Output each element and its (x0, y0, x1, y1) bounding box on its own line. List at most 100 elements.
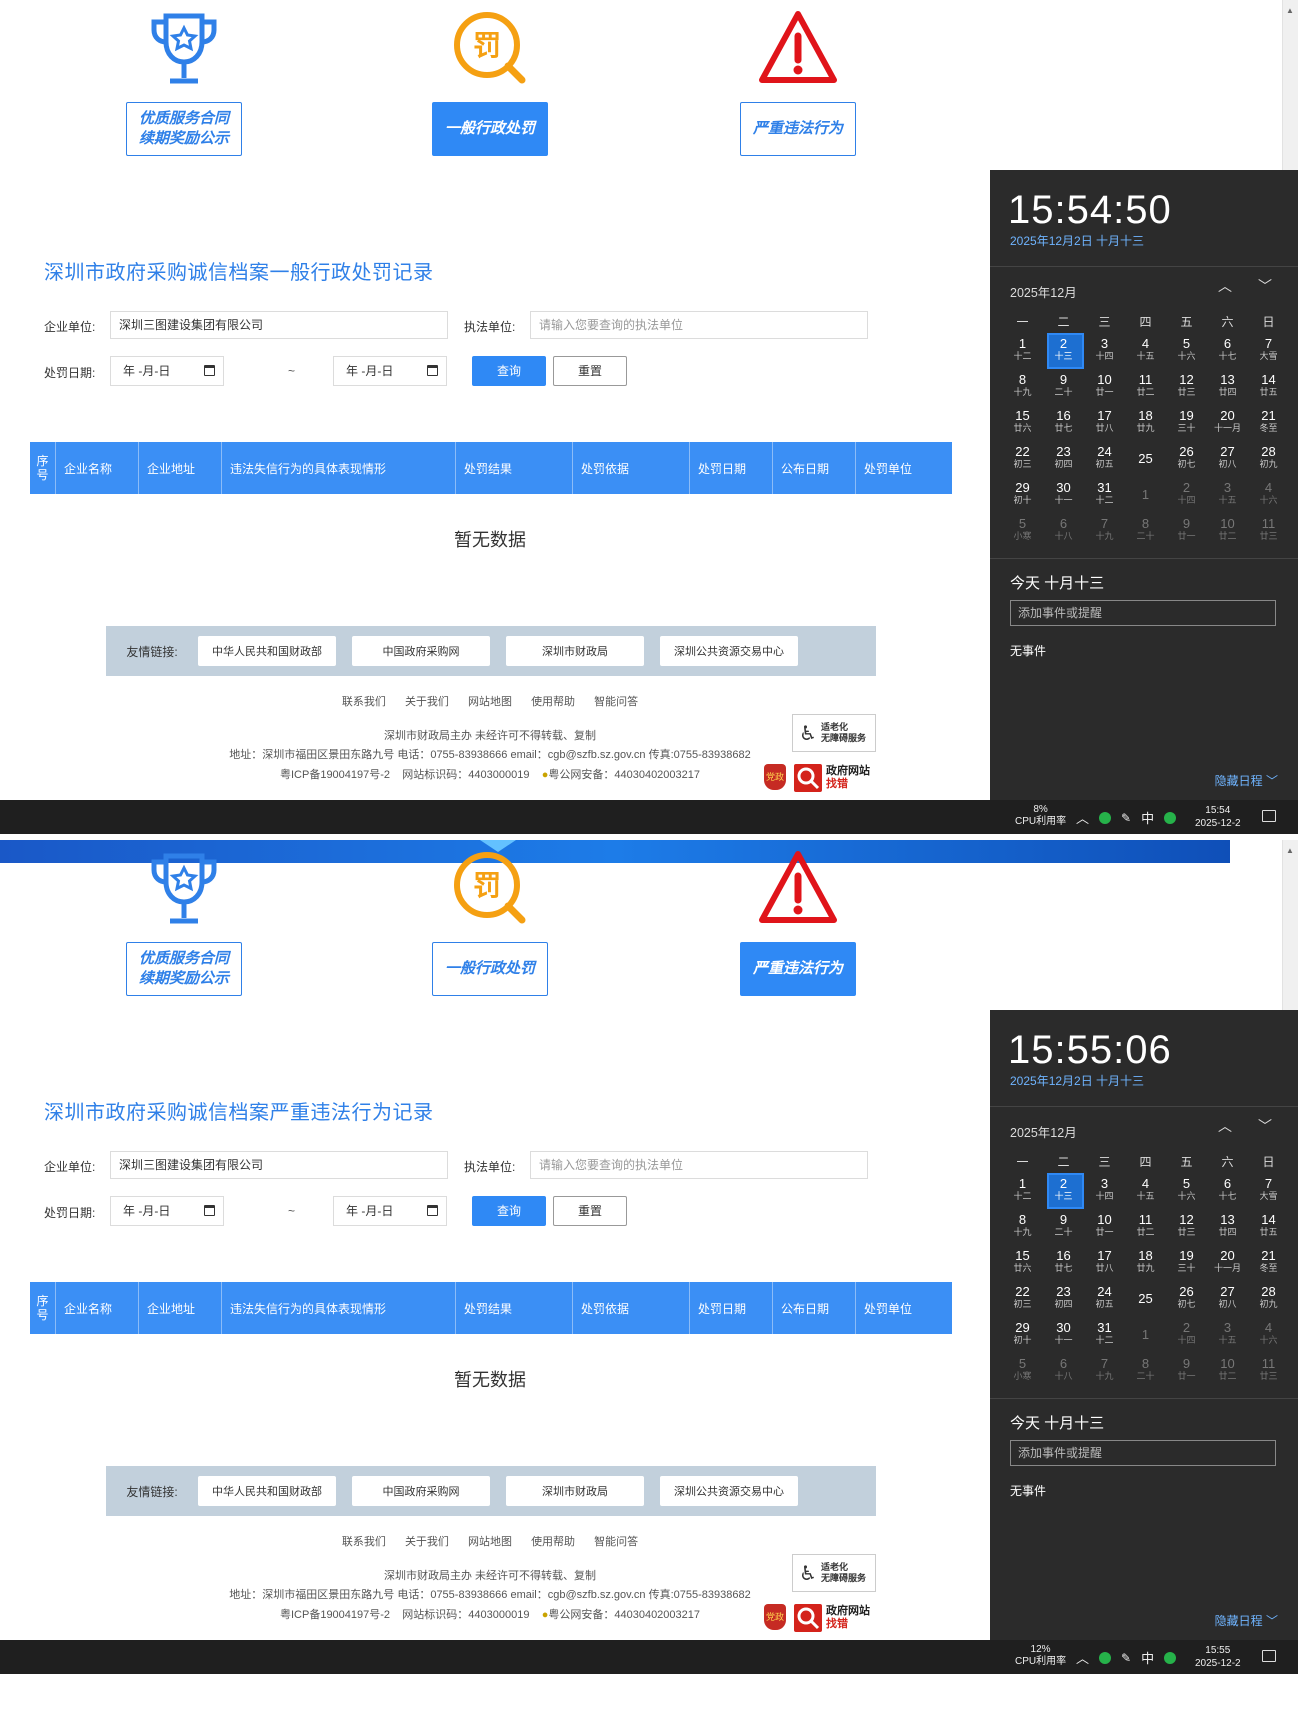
query-button[interactable]: 查询 (472, 1196, 546, 1226)
friend-link-mof[interactable]: 中华人民共和国财政部 (198, 636, 336, 666)
chevron-down-icon[interactable]: ﹀ (1258, 1116, 1272, 1136)
tray-expand-icon[interactable]: ︿ (1076, 808, 1089, 827)
calendar-day[interactable]: 9 二十 (1043, 368, 1084, 404)
calendar-day[interactable]: 8 十九 (1002, 368, 1043, 404)
calendar-day[interactable]: 2 十四 (1166, 476, 1207, 512)
footer-link-help[interactable]: 使用帮助 (531, 696, 575, 708)
friend-link-ccgp[interactable]: 中国政府采购网 (352, 1476, 490, 1506)
calendar-day[interactable]: 19 三十 (1166, 404, 1207, 440)
category-award-button[interactable]: 优质服务合同 续期奖励公示 (126, 942, 242, 996)
calendar-day[interactable]: 16 廿七 (1043, 404, 1084, 440)
calendar-day[interactable]: 1 (1125, 476, 1166, 512)
chevron-up-icon[interactable]: ︿ (1218, 276, 1232, 296)
calendar-day[interactable]: 15 廿六 (1002, 1244, 1043, 1280)
category-award-button[interactable]: 优质服务合同 续期奖励公示 (126, 102, 242, 156)
calendar-day[interactable]: 7 十九 (1084, 1352, 1125, 1388)
calendar-day[interactable]: 9 廿一 (1166, 1352, 1207, 1388)
calendar-day[interactable]: 20 十一月 (1207, 1244, 1248, 1280)
enforcer-input[interactable]: 请输入您要查询的执法单位 (530, 311, 868, 339)
calendar-month[interactable]: 2025年12月 (1010, 1122, 1077, 1141)
calendar-day[interactable]: 23 初四 (1043, 1280, 1084, 1316)
footer-link-about[interactable]: 关于我们 (405, 696, 449, 708)
calendar-day[interactable]: 24 初五 (1084, 440, 1125, 476)
app-tray-icon[interactable] (1164, 1651, 1177, 1664)
category-penalty-button[interactable]: 一般行政处罚 (432, 942, 548, 996)
elder-accessibility-badge[interactable]: ♿ 适老化 无障碍服务 (792, 714, 876, 752)
category-penalty[interactable]: 罚 一般行政处罚 (430, 8, 550, 156)
calendar-day[interactable]: 23 初四 (1043, 440, 1084, 476)
calendar-day[interactable]: 3 十四 (1084, 1172, 1125, 1208)
calendar-day[interactable]: 10 廿二 (1207, 512, 1248, 548)
calendar-day[interactable]: 9 廿一 (1166, 512, 1207, 548)
friend-link-szfb[interactable]: 深圳市财政局 (506, 636, 644, 666)
calendar-day[interactable]: 3 十四 (1084, 332, 1125, 368)
calendar-day[interactable]: 28 初九 (1248, 440, 1289, 476)
calendar-day[interactable]: 3 十五 (1207, 1316, 1248, 1352)
calendar-day[interactable]: 14 廿五 (1248, 1208, 1289, 1244)
ime-indicator[interactable]: 中 (1141, 1648, 1154, 1667)
notification-icon[interactable] (1262, 1650, 1276, 1662)
calendar-day[interactable]: 7 大雪 (1248, 332, 1289, 368)
category-award[interactable]: 优质服务合同 续期奖励公示 (124, 8, 244, 156)
ime-indicator[interactable]: 中 (1141, 808, 1154, 827)
chevron-up-icon[interactable]: ︿ (1218, 1116, 1232, 1136)
query-button[interactable]: 查询 (472, 356, 546, 386)
tray-expand-icon[interactable]: ︿ (1076, 1648, 1089, 1667)
calendar-day-selected[interactable]: 2 十三 (1043, 332, 1084, 369)
category-violation-button[interactable]: 严重违法行为 (740, 942, 856, 996)
calendar-day[interactable]: 26 初七 (1166, 1280, 1207, 1316)
calendar-day[interactable]: 3 十五 (1207, 476, 1248, 512)
calendar-day[interactable]: 28 初九 (1248, 1280, 1289, 1316)
calendar-day[interactable]: 25 (1125, 440, 1166, 476)
friend-link-szfb[interactable]: 深圳市财政局 (506, 1476, 644, 1506)
company-input[interactable]: 深圳三图建设集团有限公司 (110, 311, 448, 339)
reset-button[interactable]: 重置 (553, 356, 627, 386)
footer-link-qa[interactable]: 智能问答 (594, 696, 638, 708)
calendar-day[interactable]: 27 初八 (1207, 440, 1248, 476)
cpu-meter[interactable]: 8% CPU利用率 (1015, 804, 1066, 828)
flyout-date[interactable]: 2025年12月2日 十月十三 (1010, 232, 1144, 249)
footer-link-help[interactable]: 使用帮助 (531, 1536, 575, 1548)
calendar-day[interactable]: 4 十六 (1248, 476, 1289, 512)
calendar-day[interactable]: 16 廿七 (1043, 1244, 1084, 1280)
category-award[interactable]: 优质服务合同 续期奖励公示 (124, 848, 244, 996)
calendar-day[interactable]: 26 初七 (1166, 440, 1207, 476)
calendar-day[interactable]: 7 大雪 (1248, 1172, 1289, 1208)
footer-police[interactable]: 粤公网安备：44030402003217 (548, 1609, 700, 1621)
calendar-day[interactable]: 7 十九 (1084, 512, 1125, 548)
hide-schedule-link[interactable]: 隐藏日程 ﹀ (1215, 1612, 1278, 1629)
calendar-icon[interactable] (427, 365, 438, 376)
friend-link-szggzy[interactable]: 深圳公共资源交易中心 (660, 1476, 798, 1506)
footer-link-contact[interactable]: 联系我们 (342, 696, 386, 708)
add-event-input[interactable]: 添加事件或提醒 (1010, 1440, 1276, 1466)
calendar-day[interactable]: 21 冬至 (1248, 1244, 1289, 1280)
calendar-day[interactable]: 11 廿三 (1248, 1352, 1289, 1388)
party-gov-emblem-icon[interactable]: 党政 (764, 1604, 786, 1630)
category-violation[interactable]: 严重违法行为 (738, 8, 858, 156)
pen-icon[interactable]: ✎ (1121, 1651, 1131, 1665)
calendar-day[interactable]: 10 廿一 (1084, 1208, 1125, 1244)
footer-link-sitemap[interactable]: 网站地图 (468, 696, 512, 708)
enforcer-input[interactable]: 请输入您要查询的执法单位 (530, 1151, 868, 1179)
calendar-day[interactable]: 20 十一月 (1207, 404, 1248, 440)
calendar-day[interactable]: 6 十七 (1207, 332, 1248, 368)
footer-icp[interactable]: 粤ICP备19004197号-2 (280, 1609, 390, 1621)
calendar-day[interactable]: 30 十一 (1043, 476, 1084, 512)
category-violation-button[interactable]: 严重违法行为 (740, 102, 856, 156)
calendar-day[interactable]: 8 二十 (1125, 1352, 1166, 1388)
calendar-day[interactable]: 15 廿六 (1002, 404, 1043, 440)
date-from-input[interactable]: 年 -月-日 (110, 356, 224, 386)
friend-link-mof[interactable]: 中华人民共和国财政部 (198, 1476, 336, 1506)
calendar-day[interactable]: 10 廿二 (1207, 1352, 1248, 1388)
calendar-day[interactable]: 4 十五 (1125, 1172, 1166, 1208)
taskbar-clock[interactable]: 15:54 2025-12-2 (1195, 804, 1241, 830)
wechat-icon[interactable] (1099, 1651, 1112, 1664)
footer-icp[interactable]: 粤ICP备19004197号-2 (280, 769, 390, 781)
calendar-day[interactable]: 2 十四 (1166, 1316, 1207, 1352)
calendar-day[interactable]: 13 廿四 (1207, 368, 1248, 404)
category-violation[interactable]: 严重违法行为 (738, 848, 858, 996)
calendar-day[interactable]: 1 十二 (1002, 332, 1043, 368)
calendar-day[interactable]: 5 十六 (1166, 1172, 1207, 1208)
calendar-day[interactable]: 27 初八 (1207, 1280, 1248, 1316)
calendar-day[interactable]: 5 十六 (1166, 332, 1207, 368)
